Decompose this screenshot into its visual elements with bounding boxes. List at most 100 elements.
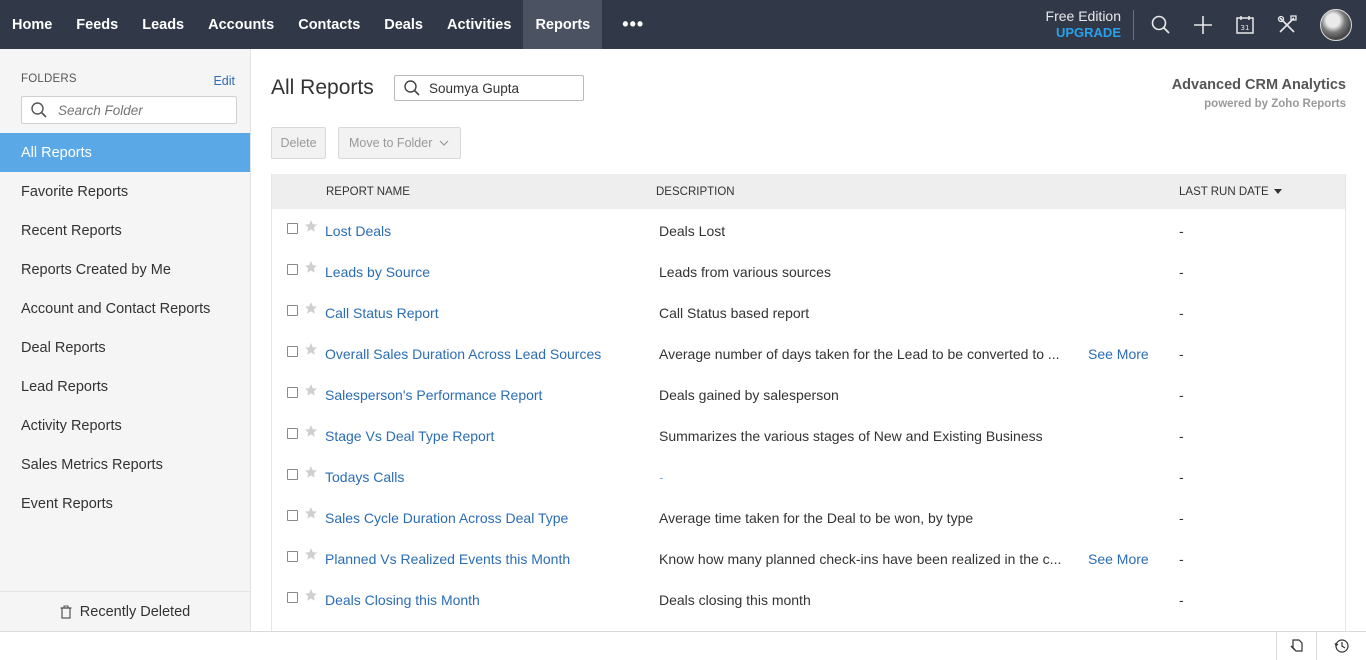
calendar-icon[interactable]: 31 (1231, 11, 1259, 39)
feedback-icon[interactable] (1276, 632, 1316, 660)
folders-heading: FOLDERS (21, 73, 77, 85)
edition-info: Free Edition UPGRADE (1046, 7, 1121, 42)
table-header: REPORT NAME DESCRIPTION LAST RUN DATE (272, 174, 1345, 209)
tab-reports[interactable]: Reports (523, 0, 603, 49)
last-run-date: - (1179, 551, 1184, 567)
folder-sales-metrics-reports[interactable]: Sales Metrics Reports (0, 445, 250, 484)
report-name-link[interactable]: Deals Closing this Month (325, 592, 480, 608)
column-last-run-date[interactable]: LAST RUN DATE (1179, 186, 1282, 198)
tab-contacts[interactable]: Contacts (286, 0, 372, 49)
advanced-analytics-link[interactable]: Advanced CRM Analytics powered by Zoho R… (1172, 77, 1346, 110)
folder-reports-created-by-me[interactable]: Reports Created by Me (0, 250, 250, 289)
folder-list: All Reports Favorite Reports Recent Repo… (0, 133, 250, 523)
folder-event-reports[interactable]: Event Reports (0, 484, 250, 523)
folder-recent-reports[interactable]: Recent Reports (0, 211, 250, 250)
table-row: Todays Calls - - (272, 456, 1345, 497)
folder-lead-reports[interactable]: Lead Reports (0, 367, 250, 406)
recently-deleted-button[interactable]: Recently Deleted (0, 591, 250, 631)
favorite-star-icon[interactable] (304, 342, 318, 356)
edit-folders-link[interactable]: Edit (213, 74, 235, 88)
favorite-star-icon[interactable] (304, 465, 318, 479)
more-tabs-button[interactable]: ••• (602, 0, 664, 49)
delete-button[interactable]: Delete (271, 127, 326, 159)
upgrade-link[interactable]: UPGRADE (1046, 25, 1121, 42)
row-checkbox[interactable] (287, 428, 298, 439)
report-name-link[interactable]: Overall Sales Duration Across Lead Sourc… (325, 346, 601, 362)
favorite-star-icon[interactable] (304, 588, 318, 602)
tab-accounts[interactable]: Accounts (196, 0, 286, 49)
tab-deals[interactable]: Deals (372, 0, 435, 49)
favorite-star-icon[interactable] (304, 219, 318, 233)
report-search-input[interactable] (429, 80, 579, 96)
row-checkbox[interactable] (287, 264, 298, 275)
nav-right-tools: Free Edition UPGRADE 31 (1046, 0, 1366, 49)
folder-favorite-reports[interactable]: Favorite Reports (0, 172, 250, 211)
report-name-link[interactable]: Leads by Source (325, 264, 430, 280)
search-folder-input[interactable] (58, 102, 228, 118)
tab-leads[interactable]: Leads (130, 0, 196, 49)
see-more-link[interactable]: See More (1088, 346, 1149, 362)
report-description: Deals Lost (659, 223, 726, 239)
folder-account-contact-reports[interactable]: Account and Contact Reports (0, 289, 250, 328)
report-description: Deals closing this month (659, 592, 811, 608)
favorite-star-icon[interactable] (304, 547, 318, 561)
report-name-link[interactable]: Todays Calls (325, 469, 404, 485)
history-icon[interactable] (1316, 632, 1366, 660)
report-name-link[interactable]: Call Status Report (325, 305, 439, 321)
favorite-star-icon[interactable] (304, 260, 318, 274)
table-row: Stage Vs Deal Type Report Summarizes the … (272, 415, 1345, 456)
search-icon[interactable] (1147, 11, 1175, 39)
row-checkbox[interactable] (287, 551, 298, 562)
analytics-subtitle: powered by Zoho Reports (1204, 98, 1346, 110)
search-icon (404, 80, 420, 96)
favorite-star-icon[interactable] (304, 506, 318, 520)
see-more-link[interactable]: See More (1088, 551, 1149, 567)
last-run-date: - (1179, 305, 1184, 321)
table-row: Overall Sales Duration Across Lead Sourc… (272, 333, 1345, 374)
tab-feeds[interactable]: Feeds (64, 0, 130, 49)
report-search-box (394, 75, 584, 101)
row-checkbox[interactable] (287, 387, 298, 398)
search-icon (31, 102, 47, 118)
report-name-link[interactable]: Stage Vs Deal Type Report (325, 428, 494, 444)
last-run-date: - (1179, 223, 1184, 239)
report-description: Know how many planned check-ins have bee… (659, 551, 1062, 567)
row-checkbox[interactable] (287, 346, 298, 357)
add-icon[interactable] (1189, 11, 1217, 39)
setup-tools-icon[interactable] (1273, 11, 1301, 39)
report-name-link[interactable]: Sales Cycle Duration Across Deal Type (325, 510, 568, 526)
report-name-link[interactable]: Lost Deals (325, 223, 391, 239)
report-description: Summarizes the various stages of New and… (659, 428, 1043, 444)
nav-divider (1133, 9, 1134, 40)
folder-deal-reports[interactable]: Deal Reports (0, 328, 250, 367)
row-checkbox[interactable] (287, 305, 298, 316)
column-report-name[interactable]: REPORT NAME (326, 186, 410, 198)
avatar[interactable] (1320, 8, 1352, 41)
tab-activities[interactable]: Activities (435, 0, 523, 49)
folder-all-reports[interactable]: All Reports (0, 133, 250, 172)
favorite-star-icon[interactable] (304, 301, 318, 315)
last-run-date: - (1179, 428, 1184, 444)
report-description: - (659, 469, 664, 485)
tab-home[interactable]: Home (0, 0, 64, 49)
table-body: Lost Deals Deals Lost - Leads by Source Lead… (272, 209, 1345, 620)
row-checkbox[interactable] (287, 510, 298, 521)
favorite-star-icon[interactable] (304, 424, 318, 438)
column-description[interactable]: DESCRIPTION (656, 186, 735, 198)
move-to-folder-button[interactable]: Move to Folder (338, 127, 461, 159)
row-checkbox[interactable] (287, 469, 298, 480)
module-tabs: Home Feeds Leads Accounts Contacts Deals… (0, 0, 664, 49)
table-row: Lost Deals Deals Lost - (272, 210, 1345, 251)
report-name-link[interactable]: Salesperson's Performance Report (325, 387, 542, 403)
row-checkbox[interactable] (287, 223, 298, 234)
page-title: All Reports (271, 76, 374, 99)
edition-label: Free Edition (1045, 7, 1121, 24)
favorite-star-icon[interactable] (304, 383, 318, 397)
reports-table: REPORT NAME DESCRIPTION LAST RUN DATE Lo… (271, 174, 1346, 634)
last-run-date: - (1179, 346, 1184, 362)
sort-descending-icon (1273, 189, 1282, 194)
table-row: Sales Cycle Duration Across Deal Type Ave… (272, 497, 1345, 538)
report-name-link[interactable]: Planned Vs Realized Events this Month (325, 551, 570, 567)
row-checkbox[interactable] (287, 592, 298, 603)
folder-activity-reports[interactable]: Activity Reports (0, 406, 250, 445)
